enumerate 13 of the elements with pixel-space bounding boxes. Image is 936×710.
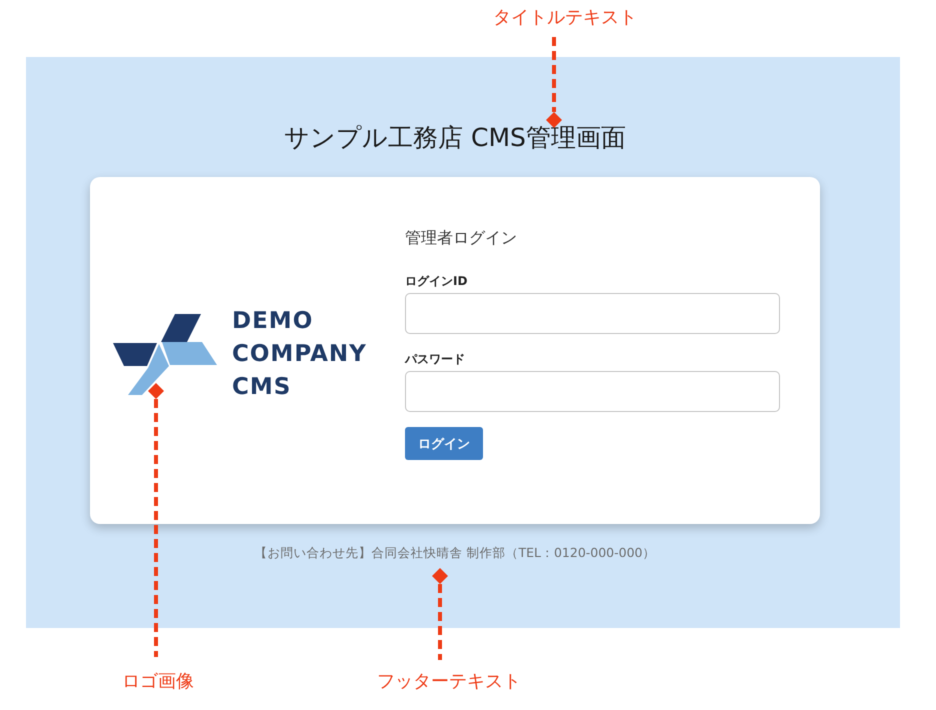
input-field[interactable] (405, 293, 780, 334)
annotation-label: フッターテキスト (377, 670, 521, 694)
annotation-label: タイトルテキスト (493, 6, 637, 30)
logo-text: DEMO COMPANY CMS (232, 307, 367, 402)
annotation-label: ロゴ画像 (122, 670, 194, 694)
login-button[interactable]: ログイン (405, 427, 483, 460)
logo-icon (113, 313, 218, 396)
footer-text: 【お問い合わせ先】合同会社快晴舎 制作部（TEL：0120-000-000） (254, 545, 656, 561)
page-title: サンプル工務店 CMS管理画面 (284, 123, 626, 153)
login-heading: 管理者ログイン (405, 228, 517, 248)
input-field[interactable] (405, 371, 780, 412)
field-label: ログインID (405, 273, 468, 289)
field-label: パスワード (405, 351, 466, 367)
